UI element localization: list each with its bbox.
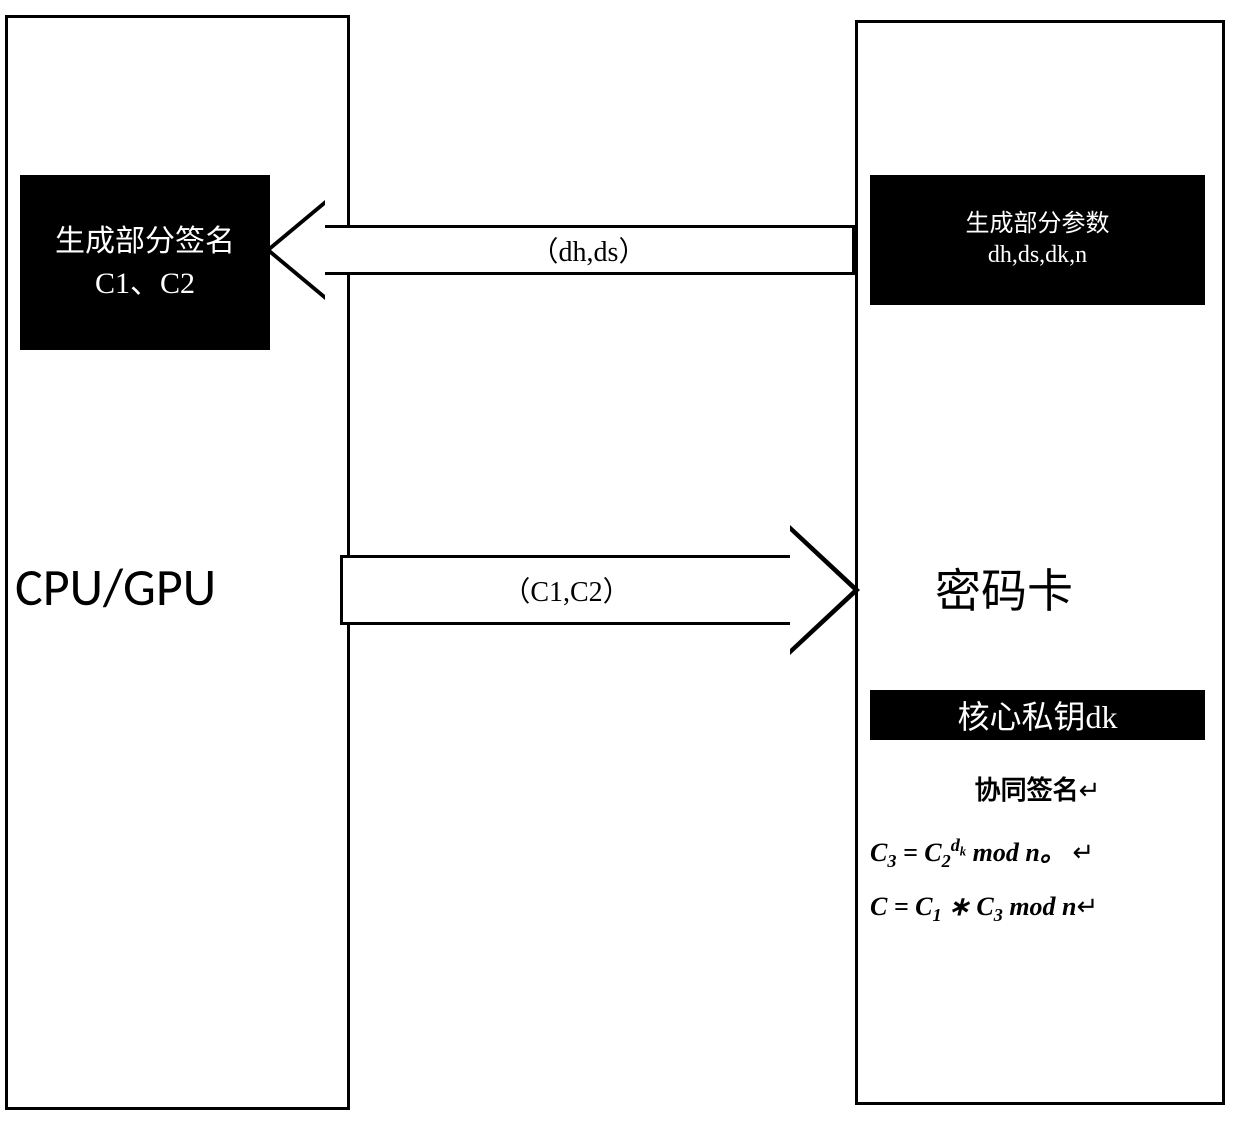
formula-line-1: C3 = C2dk mod n。 ↵ bbox=[870, 832, 1205, 872]
generate-signature-box: 生成部分签名 C1、C2 bbox=[20, 175, 270, 350]
box-text-line1: 生成部分签名 bbox=[55, 221, 235, 263]
arrow-left-body: （dh,ds） bbox=[325, 225, 855, 275]
box-text-line1: 生成部分参数 bbox=[966, 209, 1110, 240]
arrow-left-label: （dh,ds） bbox=[531, 230, 647, 270]
formula-title: 协同签名↵ bbox=[870, 770, 1205, 807]
cpu-gpu-label: CPU/GPU bbox=[15, 555, 216, 619]
arrow-right-label: （C1,C2） bbox=[502, 570, 630, 610]
arrow-right: （C1,C2） bbox=[340, 530, 860, 650]
arrow-left: （dh,ds） bbox=[265, 210, 855, 290]
box-text-line2: dh,ds,dk,n bbox=[988, 240, 1087, 271]
formula-area: 协同签名↵ C3 = C2dk mod n。 ↵ C = C1 ∗ C3 mod… bbox=[870, 770, 1205, 946]
generate-params-box: 生成部分参数 dh,ds,dk,n bbox=[870, 175, 1205, 305]
arrow-head-right-icon bbox=[790, 525, 860, 655]
box-text-line2: C1、C2 bbox=[95, 263, 195, 305]
core-private-key-box: 核心私钥dk bbox=[870, 690, 1205, 740]
formula-line-2: C = C1 ∗ C3 mod n↵ bbox=[870, 892, 1205, 926]
crypto-card-label: 密码卡 bbox=[935, 555, 1073, 621]
arrow-right-body: （C1,C2） bbox=[340, 555, 790, 625]
core-key-text: 核心私钥dk bbox=[957, 692, 1117, 738]
arrow-head-left-icon bbox=[265, 200, 325, 300]
